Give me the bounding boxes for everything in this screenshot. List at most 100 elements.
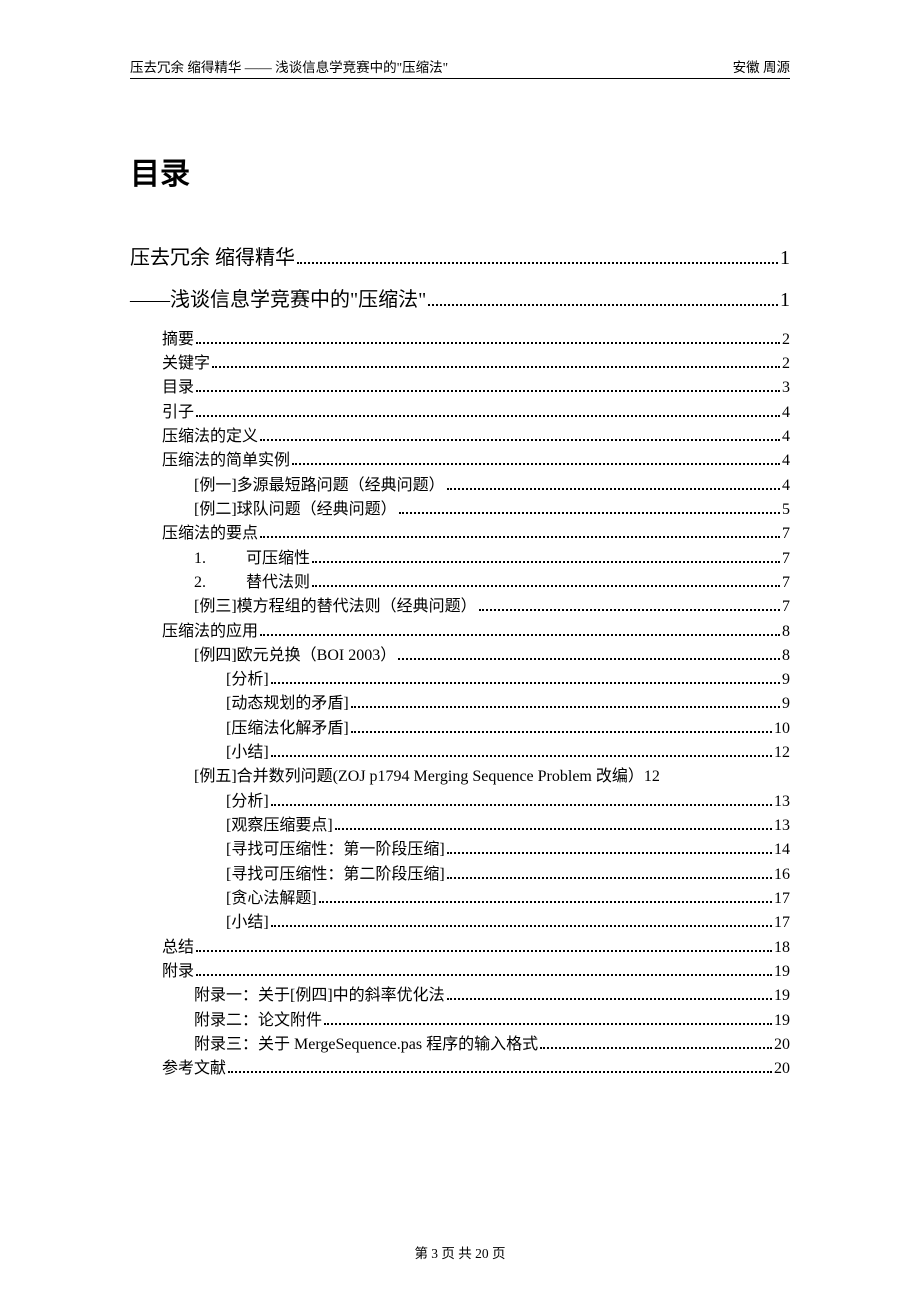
toc-page-number: 5 (782, 498, 790, 522)
toc-entry[interactable]: [小结] 12 (130, 741, 790, 765)
toc-label: 1.可压缩性 (194, 547, 310, 571)
toc-leader-dots (196, 950, 772, 952)
toc-entry[interactable]: [观察压缩要点] 13 (130, 814, 790, 838)
toc-page-number: 4 (782, 474, 790, 498)
toc-label: 2.替代法则 (194, 571, 310, 595)
toc-label: 压缩法的应用 (162, 620, 258, 644)
toc-entry[interactable]: 附录一：关于[例四]中的斜率优化法19 (130, 984, 790, 1008)
toc-leader-dots (228, 1071, 772, 1073)
toc-page-number: 7 (782, 571, 790, 595)
toc-entry[interactable]: 压缩法的简单实例4 (130, 449, 790, 473)
toc-label: [小结] (226, 911, 269, 935)
toc-entry[interactable]: 压缩法的定义 4 (130, 425, 790, 449)
toc-label: [例二]球队问题（经典问题） (194, 498, 397, 522)
toc-label: 摘要 (162, 328, 194, 352)
toc-entry[interactable]: 摘要2 (130, 328, 790, 352)
toc-label: 附录 (162, 960, 194, 984)
toc-page-number: 10 (774, 717, 790, 741)
toc-page-number: 13 (774, 790, 790, 814)
toc-entry[interactable]: [分析] 13 (130, 790, 790, 814)
toc-page-number: 4 (782, 425, 790, 449)
toc-leader-dots (260, 439, 780, 441)
toc-page-number: 19 (774, 1009, 790, 1033)
toc-page-number: 16 (774, 863, 790, 887)
toc-entry[interactable]: ——浅谈信息学竞赛中的"压缩法" 1 (130, 285, 790, 315)
toc-entry[interactable]: 参考文献20 (130, 1057, 790, 1081)
toc-label: [例五]合并数列问题(ZOJ p1794 Merging Sequence Pr… (194, 765, 644, 789)
toc-leader-dots (260, 536, 780, 538)
toc-label: 目录 (162, 376, 194, 400)
toc-heading: 目录 (130, 149, 790, 193)
toc-page-number: 13 (774, 814, 790, 838)
toc-leader-dots (312, 561, 780, 563)
toc-page-number: 17 (774, 911, 790, 935)
toc-leader-dots (297, 262, 778, 264)
toc-page-number: 17 (774, 887, 790, 911)
toc-entry[interactable]: [例五]合并数列问题(ZOJ p1794 Merging Sequence Pr… (130, 765, 790, 789)
toc-leader-dots (271, 755, 772, 757)
toc-label: 引子 (162, 401, 194, 425)
toc-leader-dots (196, 415, 780, 417)
page-footer: 第 3 页 共 20 页 (0, 1242, 920, 1262)
toc-entry[interactable]: [动态规划的矛盾]9 (130, 692, 790, 716)
toc-page-number: 19 (774, 960, 790, 984)
toc-page-number: 7 (782, 522, 790, 546)
toc-label: ——浅谈信息学竞赛中的"压缩法" (130, 285, 426, 315)
toc-entry[interactable]: 附录 19 (130, 960, 790, 984)
toc-label: [例四]欧元兑换（BOI 2003） (194, 644, 396, 668)
toc-entry[interactable]: 1.可压缩性 7 (130, 547, 790, 571)
toc-entry[interactable]: [贪心法解题]17 (130, 887, 790, 911)
toc-entry[interactable]: [寻找可压缩性：第一阶段压缩]14 (130, 838, 790, 862)
toc-label: 压缩法的简单实例 (162, 449, 290, 473)
toc-entry[interactable]: [例一]多源最短路问题（经典问题）4 (130, 474, 790, 498)
toc-leader-dots (196, 342, 780, 344)
toc-entry[interactable]: 压去冗余 缩得精华1 (130, 243, 790, 273)
toc-entry[interactable]: 总结18 (130, 936, 790, 960)
toc-page-number: 4 (782, 401, 790, 425)
toc-entry[interactable]: [例四]欧元兑换（BOI 2003） 8 (130, 644, 790, 668)
toc-entry[interactable]: 引子 4 (130, 401, 790, 425)
toc-leader-dots (324, 1023, 772, 1025)
toc-leader-dots (351, 706, 780, 708)
toc-label: [观察压缩要点] (226, 814, 333, 838)
toc-label: 总结 (162, 936, 194, 960)
toc-label: [寻找可压缩性：第二阶段压缩] (226, 863, 445, 887)
toc-leader-dots (351, 731, 772, 733)
toc-leader-dots (447, 852, 772, 854)
toc-label: [例三]模方程组的替代法则（经典问题） (194, 595, 477, 619)
toc-label: [小结] (226, 741, 269, 765)
toc-page-number: 1 (780, 285, 790, 315)
toc-leader-dots (428, 304, 778, 306)
toc-entry[interactable]: 压缩法的应用 8 (130, 620, 790, 644)
toc-entry[interactable]: [例二]球队问题（经典问题） 5 (130, 498, 790, 522)
toc-page-number: 8 (782, 620, 790, 644)
toc-entry[interactable]: [压缩法化解矛盾]10 (130, 717, 790, 741)
toc-leader-dots (540, 1047, 772, 1049)
toc-label: 压缩法的定义 (162, 425, 258, 449)
toc-leader-dots (196, 974, 772, 976)
toc-label: 压去冗余 缩得精华 (130, 243, 295, 273)
toc-label: 附录一：关于[例四]中的斜率优化法 (194, 984, 445, 1008)
toc-leader-dots (312, 585, 780, 587)
toc-leader-dots (479, 609, 780, 611)
toc-entry[interactable]: 附录二：论文附件19 (130, 1009, 790, 1033)
toc-entry[interactable]: [寻找可压缩性：第二阶段压缩] 16 (130, 863, 790, 887)
toc-label: [寻找可压缩性：第一阶段压缩] (226, 838, 445, 862)
toc-page-number: 7 (782, 547, 790, 571)
toc-label: 附录三：关于 MergeSequence.pas 程序的输入格式 (194, 1033, 538, 1057)
toc-page-number: 9 (782, 692, 790, 716)
toc-entry[interactable]: 关键字2 (130, 352, 790, 376)
document-page: 压去冗余 缩得精华 —— 浅谈信息学竞赛中的"压缩法" 安徽 周源 目录 压去冗… (0, 0, 920, 1302)
toc-entry[interactable]: 2.替代法则 7 (130, 571, 790, 595)
toc-entry[interactable]: 压缩法的要点7 (130, 522, 790, 546)
toc-entry[interactable]: 附录三：关于 MergeSequence.pas 程序的输入格式20 (130, 1033, 790, 1057)
toc-leader-dots (212, 366, 780, 368)
toc-page-number: 20 (774, 1057, 790, 1081)
toc-page-number: 12 (774, 741, 790, 765)
toc-label: [分析] (226, 790, 269, 814)
toc-entry[interactable]: 目录3 (130, 376, 790, 400)
toc-entry[interactable]: [例三]模方程组的替代法则（经典问题）7 (130, 595, 790, 619)
toc-page-number: 8 (782, 644, 790, 668)
toc-entry[interactable]: [分析]9 (130, 668, 790, 692)
toc-entry[interactable]: [小结] 17 (130, 911, 790, 935)
